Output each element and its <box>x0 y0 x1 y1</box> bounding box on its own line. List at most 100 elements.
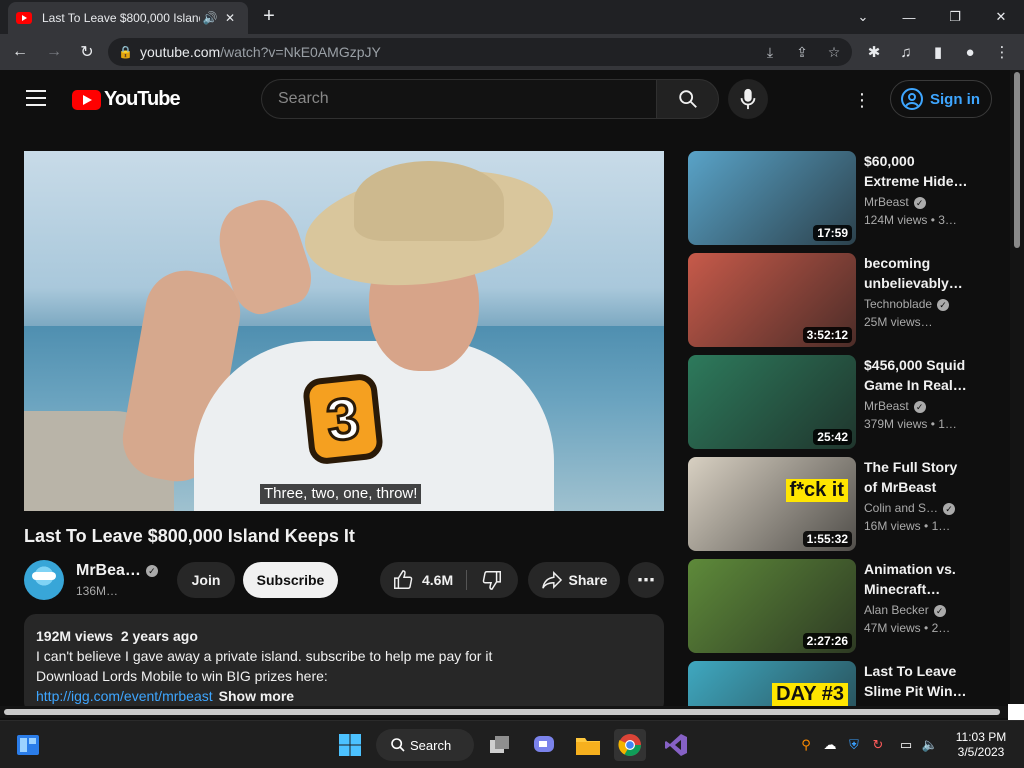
recommendation-stats: 379M views • 1… <box>864 417 957 431</box>
back-button[interactable]: ← <box>8 40 32 64</box>
channel-avatar[interactable] <box>24 560 64 600</box>
like-button[interactable]: 4.6M <box>392 562 453 598</box>
start-button[interactable] <box>334 729 366 761</box>
file-explorer-icon[interactable] <box>572 729 604 761</box>
task-view-icon[interactable] <box>484 729 516 761</box>
verified-check-icon: ✓ <box>933 604 946 617</box>
recommendation-title[interactable]: Last To Leave Slime Pit Win… <box>864 661 974 701</box>
guide-menu-icon[interactable] <box>26 90 46 106</box>
visual-studio-icon[interactable] <box>660 729 692 761</box>
reload-button[interactable]: ↻ <box>75 40 99 64</box>
description-box[interactable]: 192M views 2 years ago I can't believe I… <box>24 614 664 706</box>
tray-security-shield-icon[interactable]: ⛨ <box>844 735 864 755</box>
recommendation-thumbnail[interactable]: f*ck it 1:55:32 <box>688 457 856 551</box>
taskbar-search[interactable]: Search <box>376 729 474 761</box>
countdown-number: 3 <box>301 372 385 466</box>
tab-youtube[interactable]: Last To Leave $800,000 Island Keeps It 🔊… <box>8 2 248 34</box>
recommendation-thumbnail[interactable]: 25:42 <box>688 355 856 449</box>
recommendation-channel[interactable]: Colin and S… ✓ <box>864 501 956 515</box>
share-page-icon[interactable]: ⇪ <box>788 38 816 66</box>
recommendation-title-line-1: $456,000 Squid <box>864 357 966 373</box>
settings-more-icon[interactable]: ⋮ <box>850 88 874 112</box>
share-button[interactable]: Share <box>528 562 620 598</box>
bookmark-star-icon[interactable]: ☆ <box>820 38 848 66</box>
recommendation-title-line-2: Game In Real… <box>864 377 967 393</box>
profile-icon[interactable]: ● <box>956 40 984 64</box>
verified-check-icon: ✓ <box>913 400 926 413</box>
browser-menu-icon[interactable]: ⋮ <box>988 40 1016 64</box>
video-player[interactable]: 3 Three, two, one, throw! <box>24 151 664 511</box>
search-button[interactable] <box>656 79 719 119</box>
lock-icon[interactable]: 🔒 <box>118 45 140 59</box>
join-button[interactable]: Join <box>177 562 235 598</box>
recommendation-card[interactable]: 2:27:26 Animation vs. Minecraft… Alan Becke… <box>688 559 998 653</box>
show-more-button[interactable]: Show more <box>219 688 294 704</box>
tray-speaker-icon[interactable]: 🔈 <box>920 735 940 755</box>
recommendation-card[interactable]: 3:52:12 becoming unbelievably… Technoblade ✓… <box>688 253 998 347</box>
media-controls-icon[interactable]: ♫ <box>892 40 920 64</box>
dislike-button[interactable] <box>478 562 506 598</box>
recommendation-channel[interactable]: MrBeast ✓ <box>864 195 926 209</box>
verified-check-icon: ✓ <box>913 196 926 209</box>
forward-button[interactable]: → <box>42 40 66 64</box>
address-bar[interactable]: 🔒 youtube.com/watch?v=NkE0AMGzpJY ⤓ ⇪ ☆ <box>108 38 852 66</box>
recommendation-title[interactable]: $60,000 Extreme Hide… <box>864 151 974 191</box>
taskbar-clock[interactable]: 11:03 PM 3/5/2023 <box>950 730 1012 760</box>
recommendation-channel[interactable]: MrBeast ✓ <box>864 399 926 413</box>
install-app-icon[interactable]: ⤓ <box>756 38 784 66</box>
recommendation-channel-name: MrBeast <box>864 399 909 413</box>
tab-search-chevron-icon[interactable]: ⌄ <box>840 0 886 34</box>
recommendation-thumbnail[interactable]: 17:59 <box>688 151 856 245</box>
tray-cloud-icon[interactable]: ☁ <box>820 735 840 755</box>
recommendation-channel[interactable]: Alan Becker ✓ <box>864 603 946 617</box>
sign-in-button[interactable]: Sign in <box>890 80 992 118</box>
recommendation-card[interactable]: f*ck it 1:55:32 The Full Story of MrBeast Co… <box>688 457 998 551</box>
recommendation-stats: 25M views… <box>864 315 933 329</box>
sign-in-label: Sign in <box>930 90 980 108</box>
recommendation-channel[interactable]: Technoblade ✓ <box>864 297 950 311</box>
vertical-scrollbar[interactable] <box>1010 70 1024 706</box>
recommendation-card[interactable]: 17:59 $60,000 Extreme Hide… MrBeast ✓ 124M vi… <box>688 151 998 245</box>
tray-display-icon[interactable]: ▭ <box>896 735 916 755</box>
verified-check-icon: ✓ <box>937 298 950 311</box>
description-link[interactable]: http://igg.com/event/mrbeast <box>36 688 213 704</box>
extensions-puzzle-icon[interactable]: ✱ <box>860 40 888 64</box>
youtube-logo[interactable]: YouTube <box>72 88 181 111</box>
tab-title: Last To Leave $800,000 Island Keeps It <box>42 11 200 25</box>
description-line-2: Download Lords Mobile to win BIG prizes … <box>36 668 328 684</box>
windows-logo-icon <box>339 734 361 756</box>
tray-search-icon[interactable]: ⚲ <box>796 735 816 755</box>
thumbnail-overlay-text: DAY #3 <box>772 683 848 706</box>
tab-close-icon[interactable]: ✕ <box>220 11 240 25</box>
recommendation-thumbnail[interactable]: 3:52:12 <box>688 253 856 347</box>
close-window-button[interactable]: ✕ <box>978 0 1024 34</box>
new-tab-button[interactable]: + <box>258 6 280 28</box>
recommendation-title[interactable]: $456,000 Squid Game In Real… <box>864 355 974 395</box>
more-actions-button[interactable]: ⋯ <box>628 562 664 598</box>
horizontal-scrollbar[interactable] <box>0 706 1010 718</box>
widgets-icon[interactable] <box>12 729 44 761</box>
side-panel-icon[interactable]: ▮ <box>924 40 952 64</box>
recommendation-card[interactable]: DAY #3 Last To Leave Slime Pit Win… <box>688 661 998 706</box>
recommendation-thumbnail[interactable]: DAY #3 <box>688 661 856 706</box>
share-arrow-icon <box>541 570 562 590</box>
voice-search-button[interactable] <box>728 79 768 119</box>
search-input[interactable]: Search <box>261 79 657 119</box>
recommendation-title[interactable]: The Full Story of MrBeast <box>864 457 974 497</box>
horizontal-scrollbar-thumb[interactable] <box>4 709 1000 715</box>
tray-sync-icon[interactable]: ↻ <box>868 735 888 755</box>
recommendation-thumbnail[interactable]: 2:27:26 <box>688 559 856 653</box>
restore-button[interactable]: ❐ <box>932 0 978 34</box>
audio-playing-icon[interactable]: 🔊 <box>200 11 220 25</box>
channel-name[interactable]: MrBea… ✓ <box>76 562 158 580</box>
recommendation-title[interactable]: becoming unbelievably… <box>864 253 974 293</box>
subscribe-button[interactable]: Subscribe <box>243 562 338 598</box>
chrome-taskbar-icon[interactable] <box>614 729 646 761</box>
minimize-button[interactable]: — <box>886 0 932 34</box>
clock-time: 11:03 PM <box>955 730 1007 744</box>
recommendation-title[interactable]: Animation vs. Minecraft… <box>864 559 974 599</box>
teams-chat-icon[interactable] <box>528 729 560 761</box>
recommendation-card[interactable]: 25:42 $456,000 Squid Game In Real… MrBeast ✓… <box>688 355 998 449</box>
vertical-scrollbar-thumb[interactable] <box>1014 72 1020 248</box>
taskbar-search-label: Search <box>410 737 452 753</box>
